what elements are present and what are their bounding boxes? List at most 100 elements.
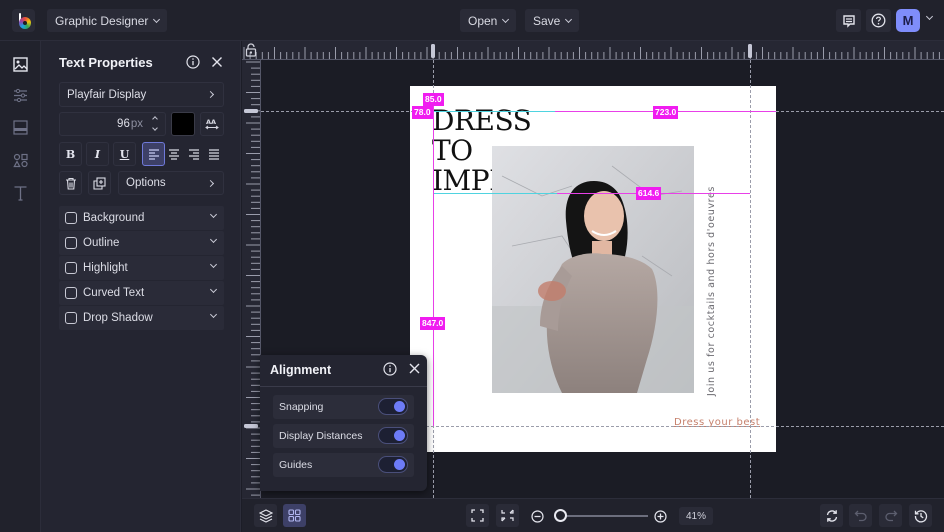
woman-photo[interactable] [492, 146, 694, 393]
text-color-swatch[interactable] [171, 112, 195, 136]
logo-ring [18, 16, 31, 29]
close-icon[interactable] [409, 363, 420, 374]
distance-line [433, 97, 434, 426]
option-label: Display Distances [279, 430, 363, 442]
duplicate-button[interactable] [88, 171, 111, 195]
user-avatar[interactable]: M [896, 9, 920, 32]
vertical-invitation-text[interactable]: Join us for cocktails and hors d'oeuvres [706, 186, 717, 396]
rail-item-adjustments[interactable] [11, 86, 29, 104]
project-type-menu[interactable]: Graphic Designer [47, 9, 168, 32]
chevron-down-icon [565, 15, 573, 23]
comment-icon [842, 14, 855, 28]
underline-label: U [119, 147, 130, 161]
feature-background[interactable]: Background [59, 206, 224, 230]
rail-item-shapes[interactable] [11, 151, 29, 169]
font-size-stepper[interactable] [149, 115, 161, 133]
font-size-input[interactable]: 96 px [59, 112, 166, 136]
refresh-button[interactable] [820, 504, 843, 527]
guide-marker[interactable] [748, 44, 752, 58]
help-icon [871, 13, 886, 28]
help-button[interactable] [866, 9, 891, 32]
rail-item-layout[interactable] [11, 118, 29, 136]
project-type-label: Graphic Designer [55, 13, 149, 28]
chevron-right-icon [206, 179, 215, 187]
display-distances-option: Display Distances [273, 424, 414, 448]
font-size-value: 96 [117, 118, 130, 130]
design-page[interactable]: DRESS TO IMPRESS [410, 86, 776, 452]
fit-screen-button[interactable] [466, 504, 489, 527]
collapse-icon [501, 509, 514, 522]
ruler-lock-icon[interactable] [245, 43, 257, 57]
bold-button[interactable]: B [59, 142, 82, 166]
comments-button[interactable] [836, 9, 861, 32]
save-label: Save [533, 13, 561, 28]
rail-item-text[interactable] [11, 184, 29, 202]
stepper-down-icon[interactable] [152, 125, 158, 131]
options-button[interactable]: Options [118, 171, 224, 195]
zoom-slider-track[interactable] [560, 515, 648, 517]
close-icon[interactable] [211, 56, 223, 68]
stepper-up-icon[interactable] [152, 116, 158, 122]
feature-curved-text[interactable]: Curved Text [59, 281, 224, 305]
feature-label: Outline [83, 237, 120, 249]
guide-marker[interactable] [431, 44, 435, 58]
text-spacing-button[interactable]: AA [200, 112, 224, 136]
display-distances-toggle[interactable] [378, 427, 408, 444]
chevron-down-icon [209, 310, 218, 319]
history-icon [914, 509, 927, 523]
layers-button[interactable] [254, 504, 277, 527]
measure-label-left: 78.0 [412, 106, 433, 119]
open-button[interactable]: Open [460, 9, 517, 32]
guides-toggle[interactable] [378, 456, 408, 473]
save-button[interactable]: Save [525, 9, 580, 32]
curved-text-checkbox[interactable] [65, 287, 77, 299]
account-chevron-down-icon[interactable] [925, 12, 934, 21]
info-icon[interactable] [383, 362, 397, 376]
app-root: Graphic Designer Open Save M Text Proper… [0, 0, 944, 532]
feature-highlight[interactable]: Highlight [59, 256, 224, 280]
app-logo[interactable] [12, 9, 35, 32]
selection-edge [433, 193, 557, 194]
toggle-knob [394, 401, 405, 412]
duplicate-icon [93, 176, 106, 190]
grid-button[interactable] [283, 504, 306, 527]
zoom-in-icon[interactable] [654, 510, 667, 523]
history-button[interactable] [909, 504, 932, 527]
outline-checkbox[interactable] [65, 237, 77, 249]
font-family-select[interactable]: Playfair Display [59, 82, 224, 107]
zoom-percentage[interactable]: 41% [679, 507, 713, 525]
guide-marker[interactable] [244, 424, 258, 428]
guide-vertical[interactable] [750, 60, 751, 498]
adjustments-icon [13, 88, 27, 102]
feature-outline[interactable]: Outline [59, 231, 224, 255]
bold-label: B [65, 147, 76, 161]
horizontal-ruler[interactable] [242, 41, 944, 60]
info-icon[interactable] [186, 55, 200, 69]
chevron-down-icon [209, 235, 218, 244]
zoom-slider-handle[interactable] [554, 509, 567, 522]
measure-label-bottom: 847.0 [420, 317, 446, 330]
delete-button[interactable] [59, 171, 82, 195]
highlight-checkbox[interactable] [65, 262, 77, 274]
vertical-ruler[interactable] [242, 60, 261, 498]
undo-button[interactable] [849, 504, 872, 527]
align-center-icon [168, 148, 179, 160]
italic-button[interactable]: I [86, 142, 109, 166]
snapping-toggle[interactable] [378, 398, 408, 415]
shrink-button[interactable] [496, 504, 519, 527]
layout-icon [12, 119, 28, 135]
background-checkbox[interactable] [65, 212, 77, 224]
underline-button[interactable]: U [113, 142, 136, 166]
guide-marker[interactable] [244, 109, 258, 113]
align-justify-button[interactable] [202, 142, 225, 166]
option-label: Guides [279, 459, 313, 471]
divider [260, 386, 427, 387]
redo-button[interactable] [879, 504, 902, 527]
feature-drop-shadow[interactable]: Drop Shadow [59, 306, 224, 330]
drop-shadow-checkbox[interactable] [65, 312, 77, 324]
rail-item-image[interactable] [11, 55, 29, 73]
zoom-out-icon[interactable] [531, 510, 544, 523]
feature-label: Highlight [83, 262, 128, 274]
alignment-popup: Alignment Snapping Display Distances Gui… [260, 355, 427, 491]
measure-label-image-top: 614.6 [636, 187, 662, 200]
